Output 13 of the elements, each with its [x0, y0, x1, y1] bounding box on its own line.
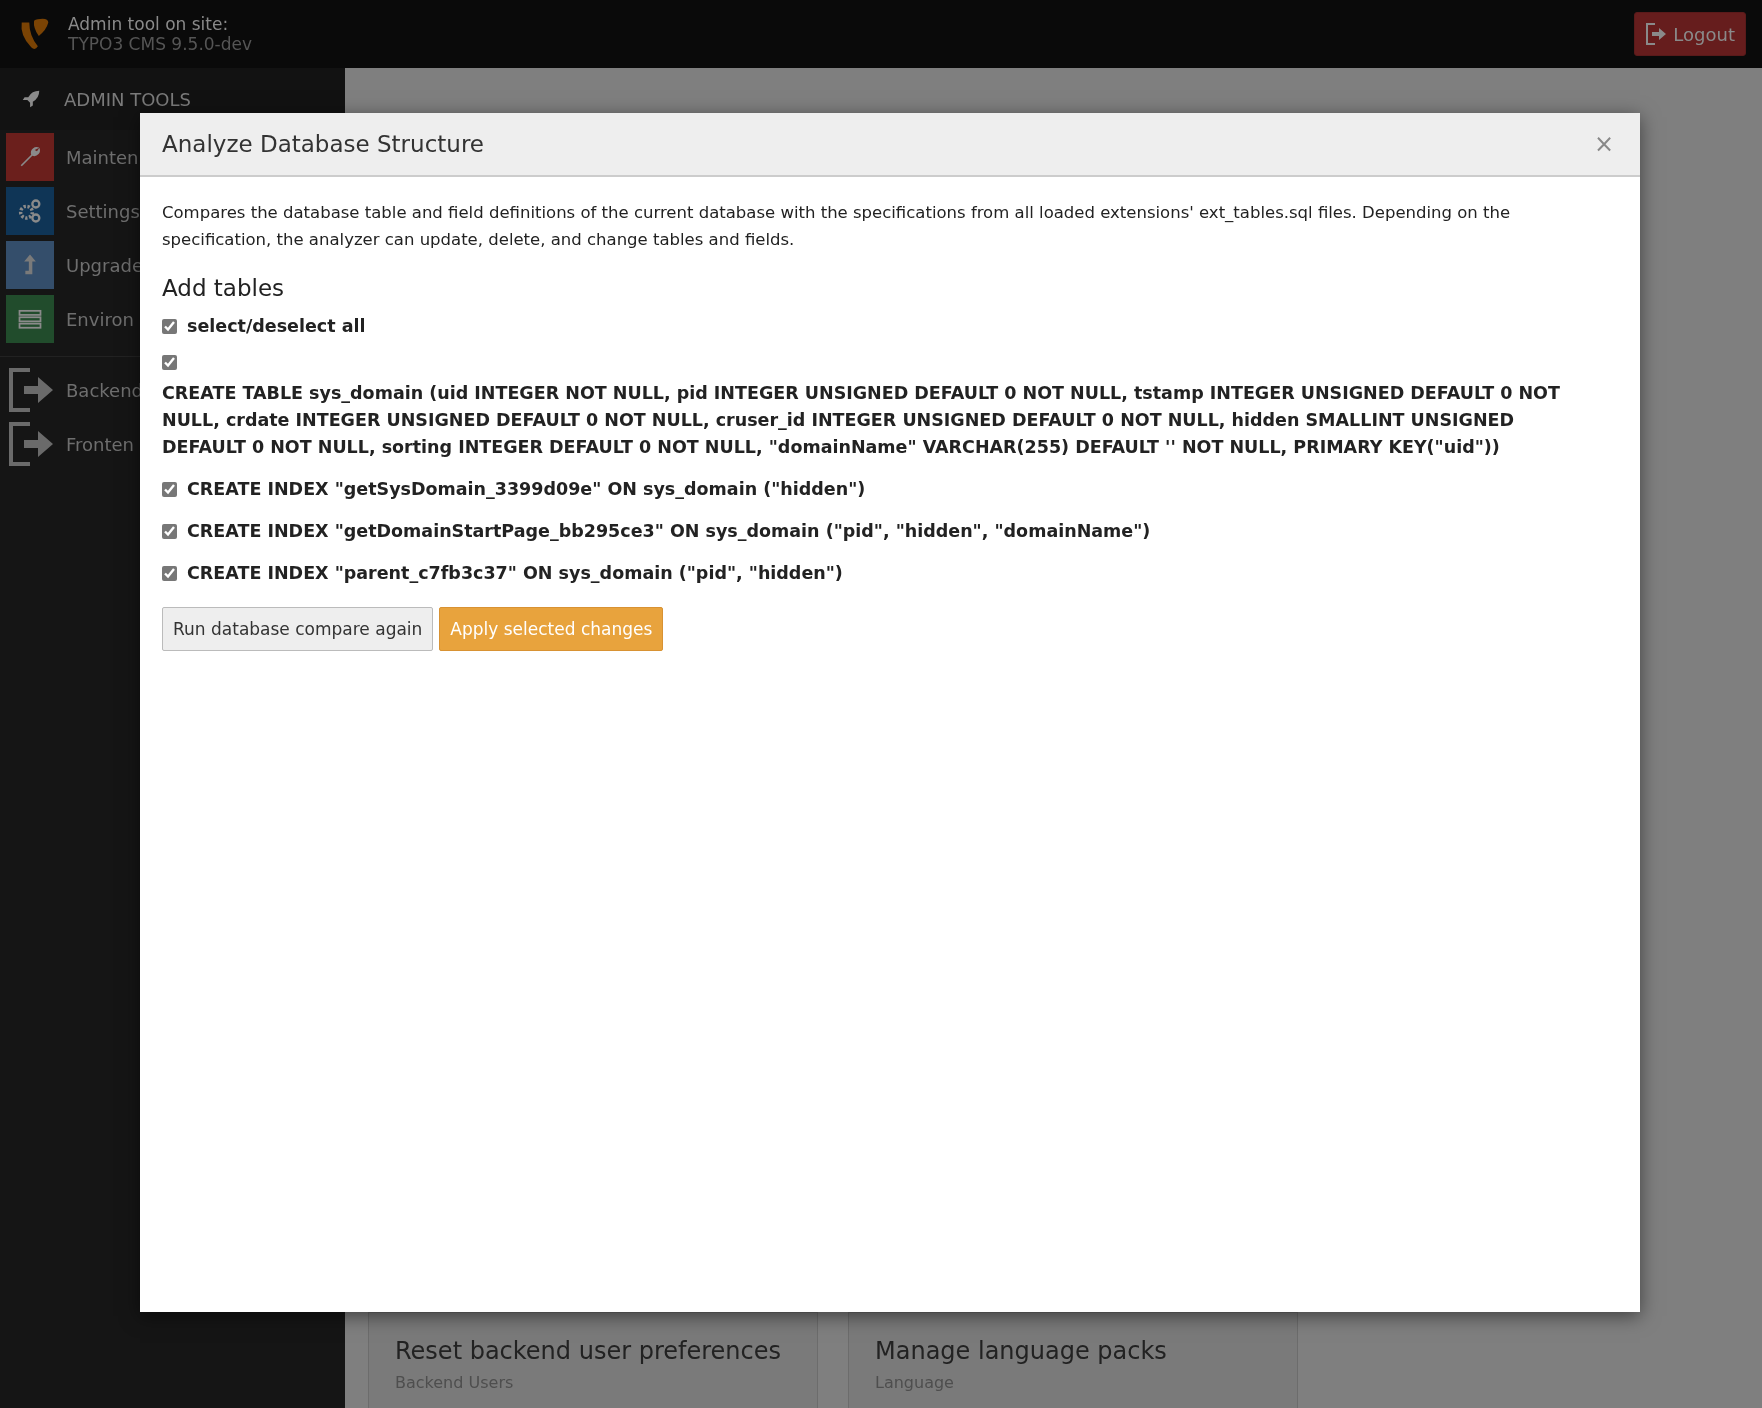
card-title: Reset backend user preferences: [395, 1337, 782, 1365]
site-version: TYPO3 CMS 9.5.0-dev: [68, 34, 253, 54]
sql-statement: CREATE TABLE sys_domain (uid INTEGER NOT NULL, pid INTEGER UNSIGNED DEFAULT 0 NOT NULL, tstamp INTEGER UNSIGNED DEFAULT 0 NOT NULL, crdate INTEGER UNSIGNED DEFAULT 0 NOT NULL, cruser_id INTEGER UNSIGNED DEFAULT 0 NOT NULL, hidden SMALLINT UNSIGNED DEFAULT 0 NOT NULL, sorting INTEGER DEFAULT 0 NOT NULL, "domainName" VARCHAR(255) DEFAULT '' NOT NULL, PRIMARY KEY("uid")): [162, 382, 1561, 459]
card-title: Manage language packs: [875, 1337, 1168, 1365]
sql-statement: CREATE INDEX "parent_c7fb3c37" ON sys_domain ("pid", "hidden"): [187, 562, 843, 585]
checkbox-label: select/deselect all: [187, 315, 366, 338]
section-heading: Add tables: [162, 275, 286, 301]
modal-title: Analyze Database Structure: [162, 131, 484, 157]
sql-statement: CREATE INDEX "getSysDomain_3399d09e" ON sys_domain ("hidden"): [187, 478, 866, 501]
sidebar-heading: ADMIN TOOLS: [64, 88, 191, 110]
sql-statement: CREATE INDEX "getDomainStartPage_bb295ce3" ON sys_domain ("pid", "hidden", "domainName"): [187, 520, 1151, 543]
site-title: Admin tool on site:: [68, 14, 230, 34]
description-text: Compares the database table and field definitions of the current database with the specifications from all loaded extensions' ext_tables.sql files. Depending on the specification, the analyzer can update, delete, and change tables and fields.: [162, 202, 1512, 251]
